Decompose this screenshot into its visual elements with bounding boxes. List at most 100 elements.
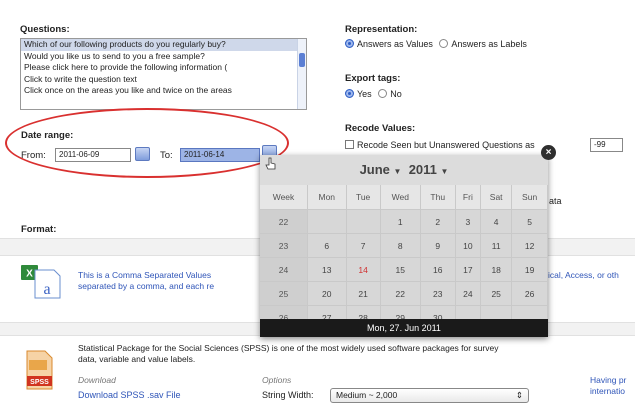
csv-description: This is a Comma Separated Values separat… (78, 270, 214, 292)
weekday-header: Tue (346, 185, 381, 210)
calendar-day[interactable]: 10 (455, 233, 482, 258)
calendar-grid: Week Mon Tue Wed Thu Fri Sat Sun 22 1 2 3 4 5 23 6 7 8 9 1… (260, 185, 548, 330)
calendar-day[interactable]: 16 (420, 257, 456, 282)
weekday-header: Mon (307, 185, 347, 210)
calendar-day[interactable]: 3 (455, 209, 482, 234)
spss-description: Statistical Package for the Social Scien… (78, 343, 633, 365)
calendar-week-row: 24 13 14 15 16 17 18 19 (260, 257, 548, 282)
calendar-day[interactable]: 6 (307, 233, 347, 258)
select-arrows-icon: ⇕ (515, 390, 523, 400)
calendar-day[interactable]: 21 (346, 281, 381, 306)
calendar-footer[interactable]: Mon, 27. Jun 2011 (260, 319, 548, 337)
calendar-day[interactable]: 17 (455, 257, 482, 282)
calendar-day[interactable]: 22 (380, 281, 421, 306)
download-spss-link[interactable]: Download SPSS .sav File (78, 390, 181, 400)
calendar-header: June ▼ 2011 ▼ (260, 155, 548, 185)
week-number: 22 (260, 209, 308, 234)
calendar-day[interactable]: 19 (511, 257, 548, 282)
calendar-day[interactable]: 13 (307, 257, 347, 282)
string-width-select[interactable]: Medium ~ 2,000 ⇕ (330, 388, 529, 403)
calendar-day[interactable]: 15 (380, 257, 421, 282)
question-item[interactable]: Click once on the areas you like and twi… (21, 85, 306, 97)
csv-right-text: ical, Access, or oth (548, 270, 619, 280)
date-picker-popup: June ▼ 2011 ▼ Week Mon Tue Wed Thu Fri Sat Sun … (260, 155, 548, 337)
calendar-day[interactable]: 25 (480, 281, 513, 306)
recode-heading: Recode Values: (345, 123, 416, 134)
calendar-week-row: 22 1 2 3 4 5 (260, 209, 548, 234)
calendar-day[interactable]: 8 (380, 233, 421, 258)
ata-fragment: ata (549, 196, 562, 206)
csv-text-line2: separated by a comma, and each re (78, 281, 215, 291)
spss-text-line2: data, variable and value labels. (78, 354, 196, 364)
calendar-day[interactable]: 1 (380, 209, 421, 234)
representation-heading: Representation: (345, 24, 418, 35)
calendar-day[interactable]: 18 (480, 257, 513, 282)
radio-values[interactable] (345, 39, 354, 48)
questions-listbox[interactable]: Which of our following products do you r… (20, 38, 307, 110)
radio-yes[interactable] (345, 89, 354, 98)
week-number: 23 (260, 233, 308, 258)
recode-value-input[interactable]: -99 (590, 138, 623, 152)
representation-options: Answers as Values Answers as Labels (345, 39, 527, 49)
from-label: From: (21, 150, 46, 161)
close-icon[interactable]: × (541, 145, 556, 160)
question-item[interactable]: Please click here to provide the followi… (21, 62, 306, 74)
weekday-header: Sat (480, 185, 513, 210)
radio-no[interactable] (378, 89, 388, 98)
weekday-header: Thu (420, 185, 456, 210)
recode-row: Recode Seen but Unanswered Questions as (345, 140, 535, 150)
calendar-day[interactable]: 9 (420, 233, 456, 258)
radio-yes-label: Yes (357, 89, 372, 99)
calendar-day[interactable]: 23 (420, 281, 456, 306)
year-label: 2011 (408, 162, 437, 177)
calendar-day[interactable]: 14 (346, 257, 381, 282)
calendar-empty-cell (307, 209, 347, 234)
recode-checkbox[interactable] (345, 140, 354, 149)
calendar-day[interactable]: 24 (455, 281, 482, 306)
weekday-header: Fri (455, 185, 482, 210)
string-width-label: String Width: (262, 390, 314, 400)
to-label: To: (160, 150, 173, 161)
calendar-empty-cell (346, 209, 381, 234)
export-tags-heading: Export tags: (345, 73, 401, 84)
calendar-day[interactable]: 7 (346, 233, 381, 258)
spss-icon: SPSS (25, 350, 53, 390)
from-calendar-icon[interactable] (135, 147, 150, 161)
calendar-week-row: 25 20 21 22 23 24 25 26 (260, 281, 548, 306)
calendar-day[interactable]: 5 (511, 209, 548, 234)
question-item[interactable]: Which of our following products do you r… (21, 39, 306, 51)
export-tags-options: Yes No (345, 89, 402, 99)
scrollbar-thumb[interactable] (299, 53, 305, 67)
calendar-day[interactable]: 20 (307, 281, 347, 306)
having-text: Having pr internatio (590, 375, 626, 397)
month-label: June (359, 162, 390, 177)
calendar-day[interactable]: 12 (511, 233, 548, 258)
svg-text:a: a (43, 281, 50, 298)
month-select[interactable]: June ▼ (360, 162, 402, 177)
calendar-week-row: 23 6 7 8 9 10 11 12 (260, 233, 548, 258)
calendar-day[interactable]: 26 (511, 281, 548, 306)
question-item[interactable]: Would you like us to send to you a free … (21, 51, 306, 63)
year-select[interactable]: 2011 ▼ (409, 162, 449, 177)
calendar-day[interactable]: 11 (480, 233, 513, 258)
week-number: 25 (260, 281, 308, 306)
csv-text-line1: This is a Comma Separated Values (78, 270, 212, 280)
week-column-header: Week (260, 185, 308, 210)
spss-text-line1: Statistical Package for the Social Scien… (78, 343, 499, 353)
from-date-input[interactable]: 2011-06-09 (55, 148, 131, 162)
highlight-ellipse (5, 108, 289, 178)
download-label: Download (78, 375, 116, 385)
radio-labels[interactable] (439, 39, 449, 48)
calendar-day[interactable]: 4 (480, 209, 513, 234)
calendar-day[interactable]: 2 (420, 209, 456, 234)
recode-checkbox-label: Recode Seen but Unanswered Questions as (357, 140, 535, 150)
question-item[interactable]: Click to write the question text (21, 74, 306, 86)
month-dropdown-icon: ▼ (393, 167, 402, 176)
to-date-input[interactable]: 2011-06-14 (180, 148, 260, 162)
hand-cursor-icon (265, 157, 276, 170)
format-heading: Format: (21, 224, 57, 235)
radio-labels-label: Answers as Labels (451, 39, 527, 49)
weekday-header: Sun (511, 185, 548, 210)
week-number: 24 (260, 257, 308, 282)
questions-scrollbar[interactable] (297, 39, 306, 109)
